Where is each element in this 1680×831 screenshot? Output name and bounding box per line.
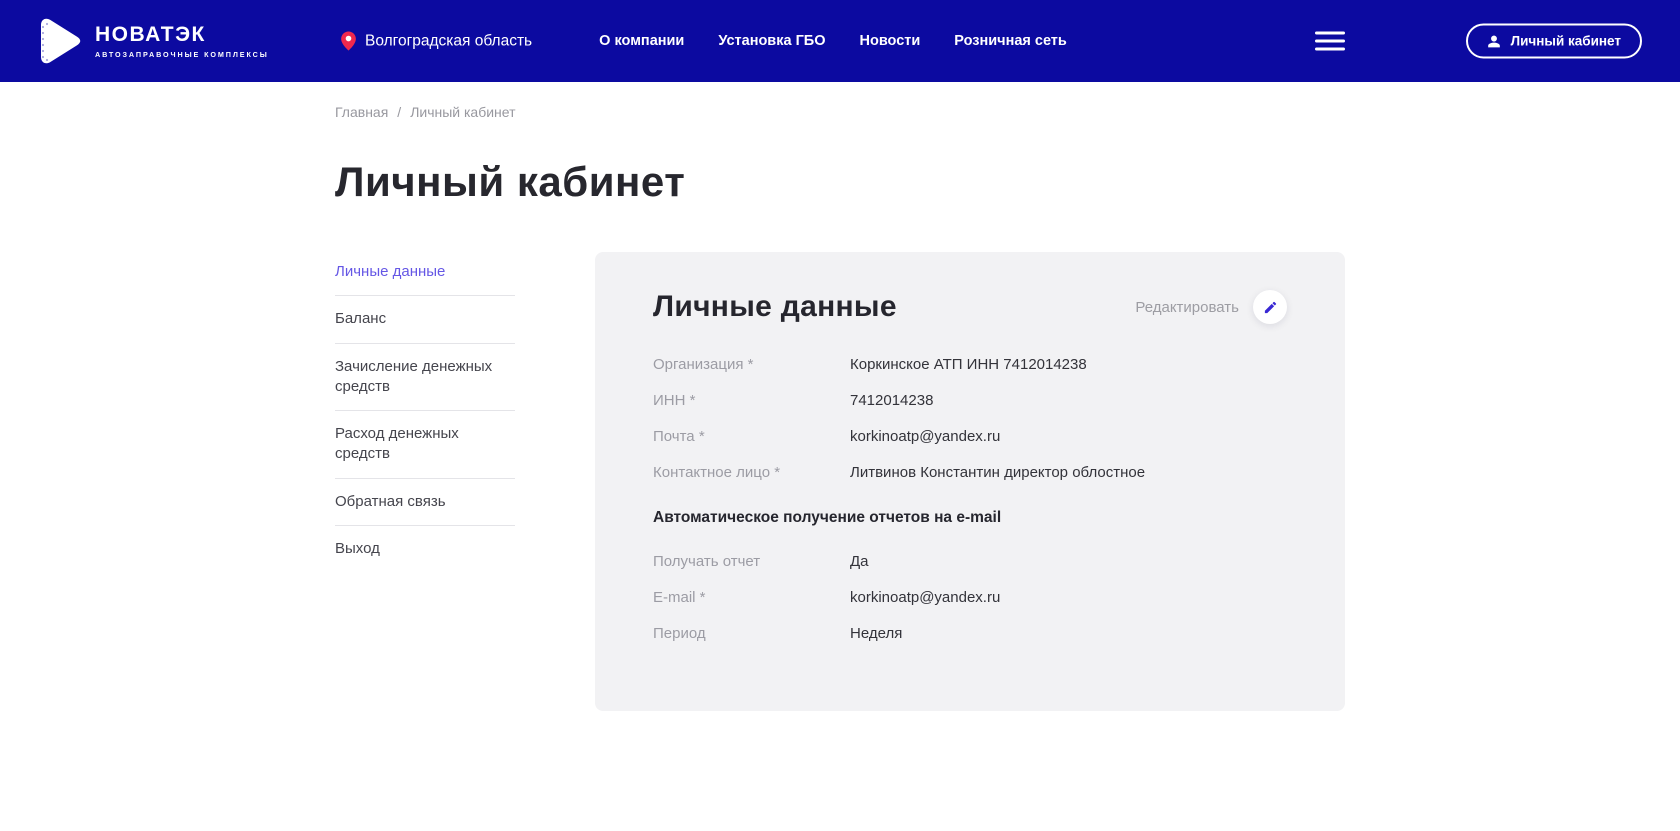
field-value: Коркинское АТП ИНН 7412014238 [850,354,1087,375]
logo[interactable]: НОВАТЭК АВТОЗАПРАВОЧНЫЕ КОМПЛЕКСЫ [36,15,269,67]
field-label: Период [653,623,850,644]
sidebar-item-balance[interactable]: Баланс [335,296,515,343]
sidebar-item-feedback[interactable]: Обратная связь [335,479,515,526]
nav-item-news[interactable]: Новости [859,33,920,49]
report-fields: Получать отчет Да E-mail * korkinoatp@ya… [653,551,1287,644]
page-title: Личный кабинет [335,158,1345,206]
nav-item-gbo[interactable]: Установка ГБО [718,33,825,49]
main-nav: О компании Установка ГБО Новости Розничн… [599,33,1067,49]
breadcrumb-home[interactable]: Главная [335,104,388,120]
field-label: E-mail * [653,587,850,608]
site-header: НОВАТЭК АВТОЗАПРАВОЧНЫЕ КОМПЛЕКСЫ Волгог… [0,0,1680,82]
field-value: korkinoatp@yandex.ru [850,587,1000,608]
field-value: korkinoatp@yandex.ru [850,426,1000,447]
edit-label[interactable]: Редактировать [1135,299,1239,316]
field-row-receive-report: Получать отчет Да [653,551,1287,572]
account-sidebar: Личные данные Баланс Зачисление денежных… [335,252,515,572]
field-row-organization: Организация * Коркинское АТП ИНН 7412014… [653,354,1287,375]
edit-button[interactable] [1253,290,1287,324]
personal-data-card: Личные данные Редактировать Организация … [595,252,1345,711]
field-row-period: Период Неделя [653,623,1287,644]
field-value: 7412014238 [850,390,933,411]
field-value: Литвинов Константин директор облостное [850,462,1145,483]
map-pin-icon [341,32,356,51]
nav-item-about[interactable]: О компании [599,33,684,49]
field-label: Контактное лицо * [653,462,850,483]
region-label: Волгоградская область [365,32,532,50]
sidebar-item-deposits[interactable]: Зачисление денежных средств [335,344,515,412]
field-label: Почта * [653,426,850,447]
sidebar-item-logout[interactable]: Выход [335,526,515,572]
card-title: Личные данные [653,290,897,324]
personal-fields: Организация * Коркинское АТП ИНН 7412014… [653,354,1287,483]
field-label: Организация * [653,354,850,375]
breadcrumb-separator: / [397,104,401,120]
logo-subtitle: АВТОЗАПРАВОЧНЫЕ КОМПЛЕКСЫ [95,50,269,59]
field-row-contact-person: Контактное лицо * Литвинов Константин ди… [653,462,1287,483]
play-triangle-icon [36,15,82,67]
field-row-mail: Почта * korkinoatp@yandex.ru [653,426,1287,447]
logo-text: НОВАТЭК АВТОЗАПРАВОЧНЫЕ КОМПЛЕКСЫ [95,24,269,59]
auto-reports-section-title: Автоматическое получение отчетов на e-ma… [653,509,1287,527]
sidebar-item-personal-data[interactable]: Личные данные [335,252,515,296]
breadcrumb-current: Личный кабинет [410,104,515,120]
nav-item-retail[interactable]: Розничная сеть [954,33,1067,49]
field-row-inn: ИНН * 7412014238 [653,390,1287,411]
field-label: ИНН * [653,390,850,411]
field-value: Неделя [850,623,902,644]
hamburger-icon[interactable] [1315,32,1345,51]
page-content: Главная / Личный кабинет Личный кабинет … [335,104,1345,711]
edit-control[interactable]: Редактировать [1135,290,1287,324]
breadcrumb: Главная / Личный кабинет [335,104,1345,120]
account-button[interactable]: Личный кабинет [1466,24,1642,59]
pencil-icon [1263,300,1278,315]
account-button-label: Личный кабинет [1511,34,1621,49]
logo-title: НОВАТЭК [95,24,269,45]
field-value: Да [850,551,869,572]
region-selector[interactable]: Волгоградская область [341,32,532,51]
sidebar-item-expenses[interactable]: Расход денежных средств [335,411,515,479]
field-row-email: E-mail * korkinoatp@yandex.ru [653,587,1287,608]
field-label: Получать отчет [653,551,850,572]
user-icon [1487,34,1501,48]
